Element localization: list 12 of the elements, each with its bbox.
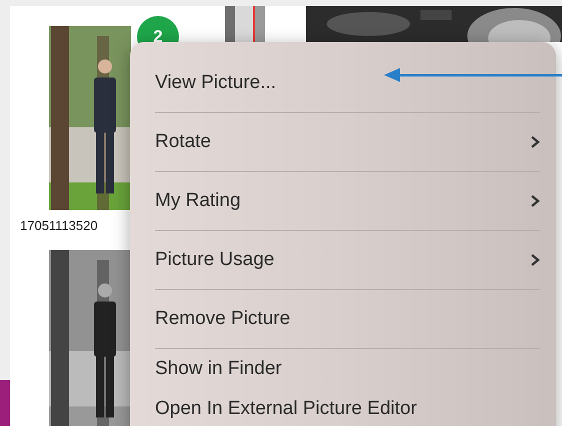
- menu-item[interactable]: Remove Picture: [155, 290, 540, 348]
- menu-item[interactable]: Picture Usage: [155, 231, 540, 289]
- chevron-icon: [530, 253, 540, 267]
- menu-item[interactable]: Show in Finder: [155, 349, 540, 389]
- menu-item[interactable]: My Rating: [155, 172, 540, 230]
- chevron-icon: [530, 194, 540, 208]
- accent-bar: [0, 380, 10, 426]
- menu-item[interactable]: Rotate: [155, 113, 540, 171]
- menu-item[interactable]: View Picture...: [155, 54, 540, 112]
- menu-item[interactable]: Open In External Picture Editor: [155, 389, 540, 426]
- file-name: 17051113520: [20, 217, 98, 235]
- chevron-icon: [530, 135, 540, 149]
